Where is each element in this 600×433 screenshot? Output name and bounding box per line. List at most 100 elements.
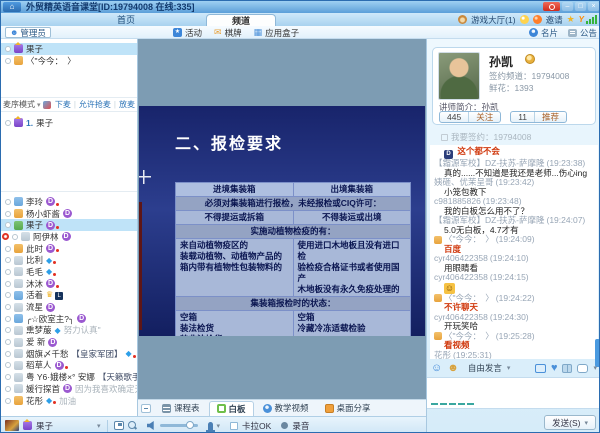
game-hall-link[interactable]: 游戏大厅(1)	[471, 14, 515, 26]
audience-row[interactable]: 阿伊林	[1, 231, 137, 243]
chat-input-area[interactable]	[427, 377, 600, 409]
chevron-down-icon[interactable]: ▾	[97, 422, 101, 430]
radio-icon[interactable]	[5, 257, 11, 263]
video-icon[interactable]	[535, 364, 546, 373]
chevron-down-icon[interactable]: ▾	[217, 422, 221, 430]
power-button[interactable]	[543, 2, 560, 11]
content-tab[interactable]: 桌面分享	[318, 401, 378, 416]
member-badge-icon	[63, 384, 72, 393]
radio-icon[interactable]	[5, 58, 11, 64]
mic-grab-link[interactable]: 允许抢麦	[79, 99, 111, 110]
mic-mode-label[interactable]: 麦序模式	[3, 99, 35, 110]
radio-icon[interactable]	[5, 246, 11, 252]
admin-row[interactable]: 〈"今今： 〉	[1, 55, 137, 67]
audience-row[interactable]: 杨小虾酱	[1, 208, 137, 220]
radio-icon[interactable]	[5, 211, 11, 217]
record-icon[interactable]	[281, 422, 288, 429]
mic-queue-row[interactable]: 1. 果子	[1, 117, 137, 129]
audience-row[interactable]: 粤 Y6·娥楼×° 安娜 【天籁歌手】	[1, 371, 137, 383]
chevron-down-icon[interactable]: ▾	[37, 101, 41, 109]
audience-row[interactable]: 比利	[1, 254, 137, 266]
collapse-icon[interactable]	[141, 404, 151, 413]
mic-control-icon[interactable]	[43, 101, 51, 109]
radio-icon[interactable]	[5, 304, 11, 310]
content-tab[interactable]: 课程表	[155, 401, 207, 416]
chevron-down-icon[interactable]: ▾	[507, 364, 511, 372]
minimize-button[interactable]	[562, 2, 573, 11]
content-tab[interactable]: 白板	[209, 401, 254, 416]
tab-icon	[325, 404, 334, 413]
smiley-icon[interactable]	[520, 15, 529, 24]
radio-icon[interactable]	[5, 46, 11, 52]
speaker-icon[interactable]	[147, 421, 156, 430]
radio-icon[interactable]	[5, 120, 11, 126]
radio-icon[interactable]	[5, 316, 11, 322]
audience-row[interactable]: 爱 新	[1, 336, 137, 348]
audience-row[interactable]: 李玲	[1, 196, 137, 208]
bubble-icon[interactable]	[577, 364, 588, 373]
radio-icon[interactable]	[12, 234, 18, 240]
audience-row[interactable]: 沐沐	[1, 278, 137, 290]
tab-home[interactable]: 首页	[96, 14, 156, 26]
speech-mode-select[interactable]: 自由发言	[468, 362, 502, 374]
radio-icon[interactable]	[5, 374, 11, 380]
audience-row[interactable]: 此时	[1, 243, 137, 255]
chevron-down-icon[interactable]: ▾	[593, 364, 597, 372]
games-button[interactable]: 棋牌	[214, 27, 242, 39]
invite-link[interactable]: 邀请	[546, 14, 563, 26]
search-icon[interactable]	[128, 421, 137, 430]
tab-channel[interactable]: 频道	[206, 14, 276, 26]
recommend-button[interactable]: 11 推荐	[510, 111, 567, 123]
heart-icon[interactable]	[551, 363, 558, 373]
audience-row[interactable]: 花彤 加油	[1, 395, 137, 407]
radio-icon[interactable]	[5, 269, 11, 275]
audience-row[interactable]: 毛毛	[1, 266, 137, 278]
volume-slider[interactable]	[160, 424, 198, 427]
audience-row[interactable]: 媛行探首 因为我喜欢确定无禁	[1, 383, 137, 395]
notice-button[interactable]: 公告	[568, 27, 597, 39]
whiteboard-canvas[interactable]: 二、报检要求 进境集装箱 出境集装箱 必须对集装箱进行报检，未经报检或CIQ许可…	[138, 39, 426, 399]
radio-icon[interactable]	[5, 351, 11, 357]
member-badge-icon	[46, 290, 63, 300]
follow-button[interactable]: 445 关注	[439, 111, 501, 123]
chat-message-area[interactable]: 这个都不会 【霜源军校】DZ-扶苏-萨摩隆 (19:23:38) 真的.....…	[430, 145, 598, 359]
activity-button[interactable]: 活动	[173, 27, 202, 39]
audience-row[interactable]: ╭☆欧室主?╮	[1, 313, 137, 325]
audience-row[interactable]: 烟旗〆千愁 【皇家军团】	[1, 348, 137, 360]
radio-icon[interactable]	[5, 281, 11, 287]
teacher-avatar[interactable]	[438, 52, 480, 100]
volume-slider-thumb[interactable]	[186, 421, 194, 429]
gift-icon[interactable]	[562, 364, 572, 373]
audience-row[interactable]: 果子	[1, 219, 137, 231]
microphone-icon[interactable]	[208, 422, 213, 430]
radio-icon[interactable]	[5, 339, 11, 345]
admin-button[interactable]: 管理员	[5, 27, 51, 38]
name-card-button[interactable]: 名片	[529, 27, 558, 39]
maximize-button[interactable]	[575, 2, 586, 11]
radio-icon[interactable]	[5, 327, 11, 333]
audience-row[interactable]: 熏梦菔 努力认真"	[1, 325, 137, 337]
radio-icon[interactable]	[5, 362, 11, 368]
emoticon-icon[interactable]	[431, 363, 442, 374]
admin-row[interactable]: 果子	[1, 43, 137, 55]
karaoke-checkbox[interactable]	[230, 422, 238, 430]
audience-row[interactable]: 稻草人	[1, 360, 137, 372]
radio-icon[interactable]	[5, 222, 11, 228]
content-tab[interactable]: 教学视频	[256, 401, 316, 416]
popout-icon[interactable]	[114, 421, 124, 430]
self-thumbnail[interactable]	[5, 420, 19, 431]
radio-icon[interactable]	[5, 398, 11, 404]
send-button[interactable]: 发送(S) ▾	[544, 415, 596, 430]
mic-down-link[interactable]: 下麦	[55, 99, 71, 110]
audience-row[interactable]: 流星	[1, 301, 137, 313]
favorite-star-icon[interactable]	[567, 15, 575, 24]
audience-row[interactable]: 活着	[1, 290, 137, 302]
radio-icon[interactable]	[5, 292, 11, 298]
radio-icon[interactable]	[5, 199, 11, 205]
close-button[interactable]	[588, 2, 599, 11]
chevron-down-icon[interactable]: ▾	[584, 419, 588, 427]
radio-icon[interactable]	[5, 386, 11, 392]
appbox-button[interactable]: 应用盒子	[254, 27, 300, 39]
emoticon-alt-icon[interactable]	[447, 363, 459, 374]
mic-release-link[interactable]: 放麦	[119, 99, 135, 110]
